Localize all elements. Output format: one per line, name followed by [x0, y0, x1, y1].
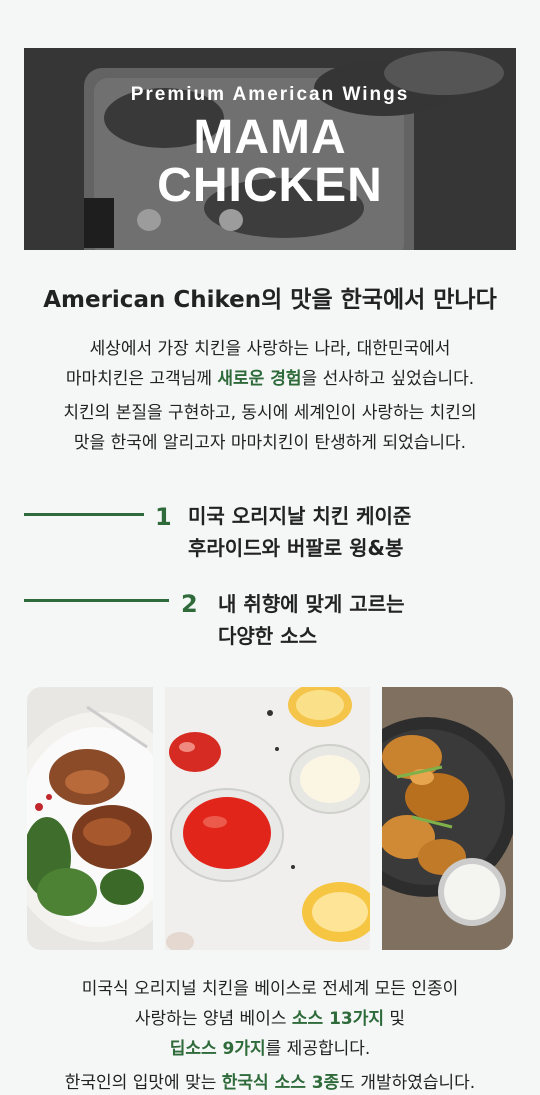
photo-strip — [27, 687, 513, 950]
sauce-text: 사랑하는 양념 베이스 — [134, 1009, 292, 1029]
intro-paragraph-2: 치킨의 본질을 구현하고, 동시에 세계인이 사랑하는 치킨의 맛을 한국에 알… — [0, 398, 540, 458]
page-headline: American Chiken의 맛을 한국에서 만나다 — [43, 287, 497, 313]
feature-number: 2 — [181, 590, 198, 618]
sauce-13-highlight: 소스 13가지 — [291, 1009, 385, 1029]
roast-chicken-photo — [27, 687, 153, 950]
feature-text: 미국 오리지날 치킨 케이준 후라이드와 버팔로 윙&봉 — [188, 500, 411, 564]
intro-line: 마마치킨은 고객님께 새로운 경험을 선사하고 싶었습니다. — [0, 364, 540, 394]
feature-text-line: 내 취향에 맞게 고르는 — [218, 592, 405, 616]
intro-text: 마마치킨은 고객님께 — [65, 369, 218, 389]
feature-number: 1 — [155, 503, 172, 531]
korean-text: 도 개발하였습니다. — [339, 1073, 476, 1093]
dipping-sauces-photo — [165, 687, 370, 950]
feature-divider-line — [24, 513, 144, 516]
hero-banner: Premium American Wings MAMA CHICKEN — [24, 48, 516, 250]
feature-text-line: 후라이드와 버팔로 윙&봉 — [188, 536, 404, 560]
new-experience-highlight: 새로운 경험 — [217, 369, 302, 389]
hero-title-line2: CHICKEN — [157, 159, 383, 212]
hero-title: MAMA CHICKEN — [24, 114, 516, 210]
sauce-paragraph: 미국식 오리지널 치킨을 베이스로 전세계 모든 인종이 사랑하는 양념 베이스… — [0, 974, 540, 1064]
intro-line: 치킨의 본질을 구현하고, 동시에 세계인이 사랑하는 치킨의 — [63, 403, 477, 423]
intro-text: 을 선사하고 싶었습니다. — [301, 369, 475, 389]
chicken-wings-skillet-photo — [382, 687, 513, 950]
korean-text: 한국인의 입맛에 맞는 — [64, 1073, 222, 1093]
feature-text: 내 취향에 맞게 고르는 다양한 소스 — [218, 588, 405, 652]
sauce-line: 사랑하는 양념 베이스 소스 13가지 및 — [0, 1004, 540, 1034]
sauce-text: 를 제공합니다. — [265, 1039, 371, 1059]
feature-text-line: 미국 오리지날 치킨 케이준 — [188, 504, 412, 528]
intro-line: 세상에서 가장 치킨을 사랑하는 나라, 대한민국에서 — [89, 339, 451, 359]
sauce-line: 미국식 오리지널 치킨을 베이스로 전세계 모든 인종이 — [81, 979, 459, 999]
intro-paragraph-1: 세상에서 가장 치킨을 사랑하는 나라, 대한민국에서 마마치킨은 고객님께 새… — [0, 334, 540, 394]
korean-sauce-highlight: 한국식 소스 3종 — [221, 1073, 340, 1093]
korean-sauce-paragraph: 한국인의 입맛에 맞는 한국식 소스 3종도 개발하였습니다. — [0, 1068, 540, 1095]
hero-subtitle: Premium American Wings — [130, 84, 410, 105]
feature-text-line: 다양한 소스 — [218, 624, 317, 648]
hero-title-line1: MAMA — [193, 111, 347, 164]
feature-divider-line — [24, 599, 169, 602]
dip-sauce-9-highlight: 딥소스 9가지 — [169, 1039, 266, 1059]
sauce-line: 딥소스 9가지를 제공합니다. — [0, 1034, 540, 1064]
intro-line: 맛을 한국에 알리고자 마마치킨이 탄생하게 되었습니다. — [73, 433, 467, 453]
sauce-text: 및 — [384, 1009, 406, 1029]
